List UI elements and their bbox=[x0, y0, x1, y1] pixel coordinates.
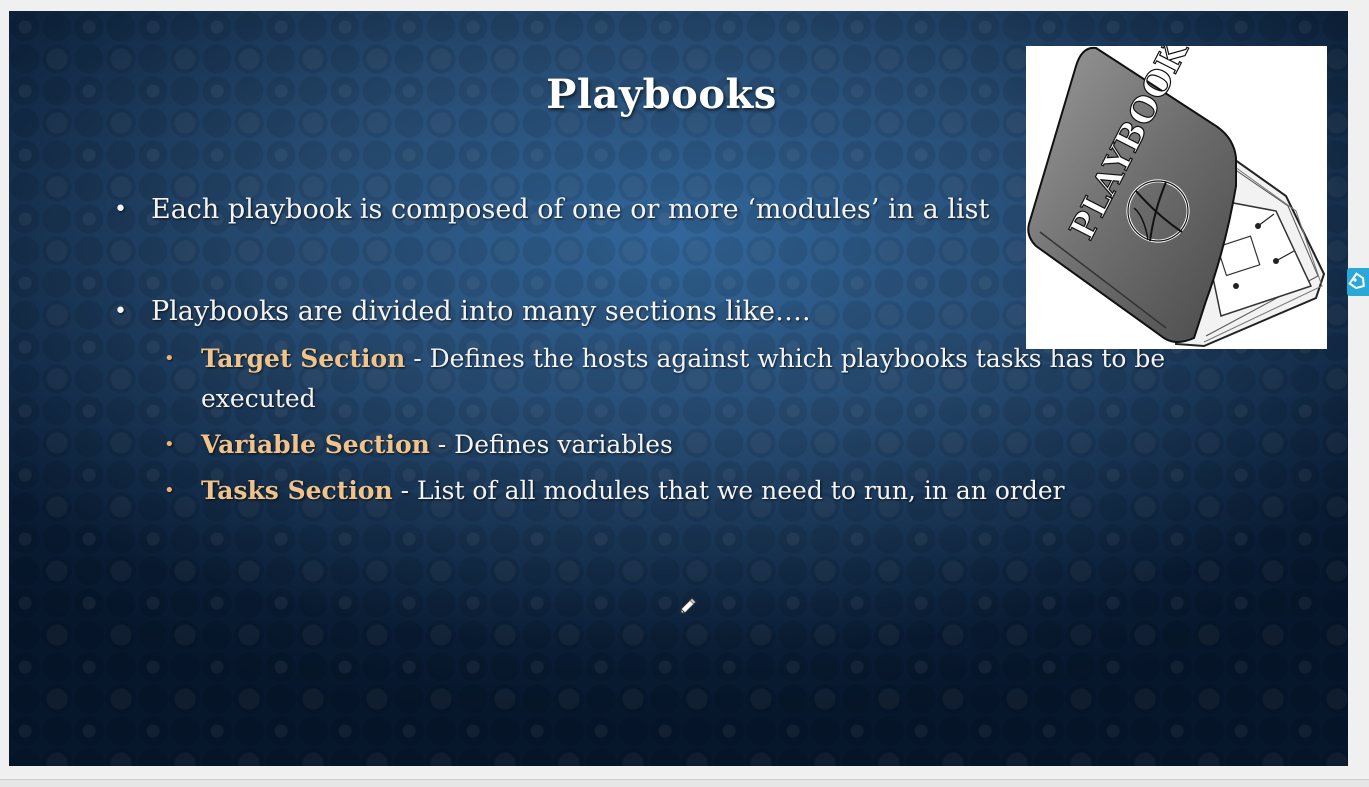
bullet-icon: • bbox=[164, 480, 175, 501]
status-strip bbox=[0, 779, 1369, 787]
tag-icon[interactable] bbox=[1347, 268, 1369, 296]
section-desc: - Defines variables bbox=[429, 430, 673, 459]
bullet-icon: • bbox=[164, 434, 175, 455]
sub-bullet-tasks: • Tasks Section - List of all modules th… bbox=[111, 471, 1191, 511]
playbook-book-icon: PLAYBOOK bbox=[1027, 46, 1326, 348]
section-name: Variable Section bbox=[201, 430, 430, 459]
slide[interactable]: Playbooks • Each playbook is composed of… bbox=[9, 11, 1348, 766]
bullet-icon: • bbox=[164, 348, 175, 369]
bullet-icon: • bbox=[114, 299, 127, 324]
sub-bullet-target: • Target Section - Defines the hosts aga… bbox=[111, 339, 1191, 419]
presentation-window: Playbooks • Each playbook is composed of… bbox=[0, 0, 1369, 787]
bullet-icon: • bbox=[114, 197, 127, 222]
playbook-book-image: PLAYBOOK bbox=[1026, 46, 1327, 349]
section-name: Target Section bbox=[201, 344, 406, 373]
bullet-text: Each playbook is composed of one or more… bbox=[151, 194, 990, 225]
section-name: Tasks Section bbox=[201, 476, 393, 505]
sub-bullet-variable: • Variable Section - Defines variables bbox=[111, 425, 1191, 465]
section-desc: - List of all modules that we need to ru… bbox=[392, 476, 1065, 505]
pencil-cursor-icon bbox=[678, 595, 698, 619]
bullet-text: Playbooks are divided into many sections… bbox=[151, 296, 811, 327]
